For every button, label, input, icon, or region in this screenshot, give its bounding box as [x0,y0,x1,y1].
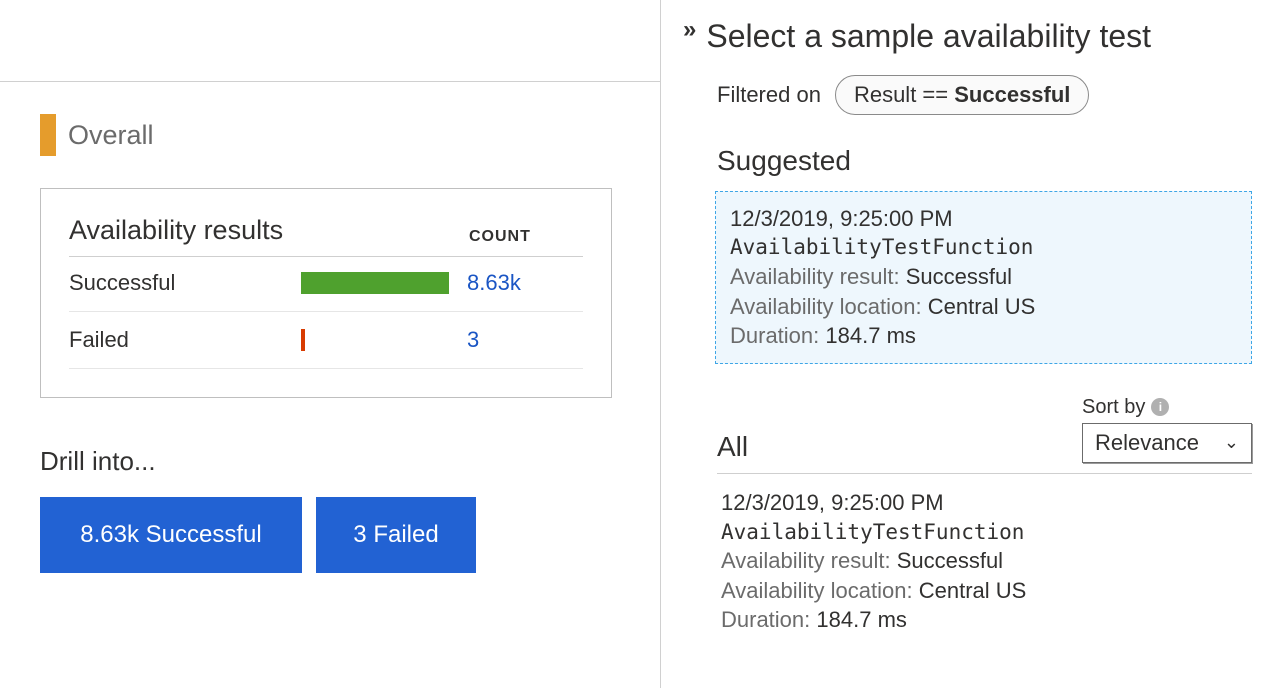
availability-result-key: Availability result: [730,264,900,289]
filter-value: Successful [954,82,1070,107]
count-header: COUNT [469,228,531,246]
duration-key: Duration: [721,607,810,632]
availability-location-value: Central US [928,294,1036,319]
duration-value: 184.7 ms [816,607,907,632]
sort-select[interactable]: Relevance ⌄ [1082,423,1252,463]
sample-timestamp: 12/3/2019, 9:25:00 PM [721,488,1238,518]
overall-label: Overall [68,120,154,151]
panel-title: Select a sample availability test [706,18,1151,55]
availability-location-key: Availability location: [721,578,913,603]
filter-field: Result == [854,82,948,107]
availability-results-card: Availability results COUNT Successful 8.… [40,188,612,398]
row-count: 3 [467,327,479,353]
left-pane: Overall Availability results COUNT Succe… [0,0,660,688]
availability-location-value: Central US [919,578,1027,603]
overall-header: Overall [40,114,620,156]
row-name: Successful [69,270,301,296]
result-row-failed[interactable]: Failed 3 [69,320,583,360]
drill-successful-button[interactable]: 8.63k Successful [40,497,302,573]
divider [69,311,583,312]
duration-key: Duration: [730,323,819,348]
availability-location-key: Availability location: [730,294,922,319]
result-row-successful[interactable]: Successful 8.63k [69,263,583,303]
chevron-down-icon: ⌄ [1224,432,1239,453]
filter-pill[interactable]: Result == Successful [835,75,1089,115]
suggested-sample-card[interactable]: 12/3/2019, 9:25:00 PM AvailabilityTestFu… [715,191,1252,364]
filtered-on-label: Filtered on [717,82,821,108]
overall-accent-bar [40,114,56,156]
sample-timestamp: 12/3/2019, 9:25:00 PM [730,204,1237,234]
all-sample-card[interactable]: 12/3/2019, 9:25:00 PM AvailabilityTestFu… [717,488,1252,635]
row-bar [301,329,467,351]
info-icon[interactable]: i [1151,398,1169,416]
expand-panel-icon[interactable]: » [683,18,706,42]
sort-value: Relevance [1095,430,1199,456]
availability-result-value: Successful [897,548,1003,573]
drill-failed-button[interactable]: 3 Failed [316,497,476,573]
duration-value: 184.7 ms [825,323,916,348]
divider [69,368,583,369]
top-blank [0,0,660,82]
divider [69,256,583,257]
all-header: All [717,431,748,463]
availability-result-key: Availability result: [721,548,891,573]
sample-function: AvailabilityTestFunction [721,518,1238,546]
suggested-header: Suggested [717,145,1252,177]
row-name: Failed [69,327,301,353]
availability-result-value: Successful [906,264,1012,289]
sort-by-label: Sort by [1082,396,1145,419]
sample-function: AvailabilityTestFunction [730,233,1237,261]
drill-into-label: Drill into... [40,446,620,477]
row-count: 8.63k [467,270,521,296]
right-pane: » Select a sample availability test Filt… [660,0,1280,688]
row-bar [301,272,467,294]
card-title: Availability results [69,215,469,246]
divider [717,473,1252,474]
